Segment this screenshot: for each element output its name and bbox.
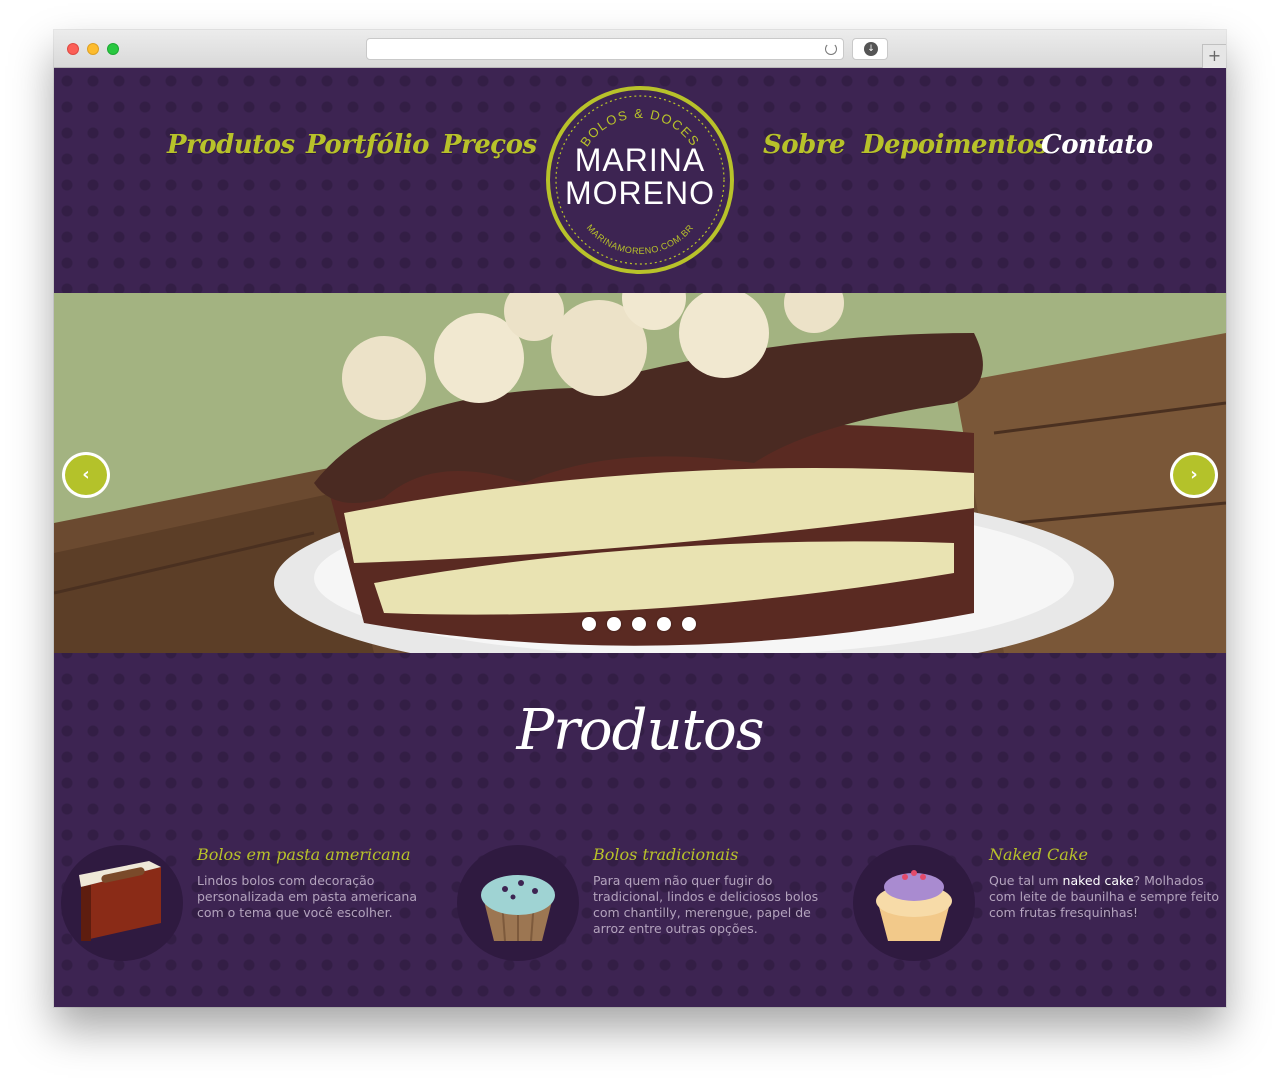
maximize-window-button[interactable] <box>107 43 119 55</box>
new-tab-button[interactable]: + <box>1202 44 1226 68</box>
slider-dot[interactable] <box>607 617 621 631</box>
nav-link-sobre[interactable]: Sobre <box>763 130 846 160</box>
address-bar[interactable] <box>366 38 844 60</box>
nav-link-produtos[interactable]: Produtos <box>167 130 295 160</box>
slider-next-button[interactable]: › <box>1170 452 1218 498</box>
slider-pagination <box>582 617 696 631</box>
product-icon-circle <box>61 845 183 961</box>
marina-moreno-logo[interactable]: BOLOS & DOCES MARINA MORENO MARINAMORENO… <box>542 86 738 274</box>
product-title[interactable]: Naked Cake <box>989 845 1088 864</box>
chevron-left-icon: ‹ <box>82 464 90 485</box>
product-description: Lindos bolos com decoração personalizada… <box>197 873 417 920</box>
site-header: Produtos Portfólio Preços BOLOS & DOCES … <box>54 68 1226 293</box>
nav-link-depoimentos[interactable]: Depoimentos <box>862 130 1048 160</box>
cupcake-purple-icon <box>876 870 952 941</box>
downloads-button[interactable]: ↓ <box>852 38 888 60</box>
reload-icon[interactable] <box>825 43 837 55</box>
naked-cake-link[interactable]: naked cake <box>1063 873 1134 888</box>
webpage: Produtos Portfólio Preços BOLOS & DOCES … <box>54 68 1226 1007</box>
chevron-right-icon: › <box>1190 464 1198 485</box>
slider-dot[interactable] <box>682 617 696 631</box>
cake-photo <box>54 293 1226 653</box>
product-icon-circle <box>457 845 579 961</box>
download-icon: ↓ <box>864 42 878 56</box>
slider-dot[interactable] <box>657 617 671 631</box>
slider-dot[interactable] <box>582 617 596 631</box>
description-text: Que tal um <box>989 873 1063 888</box>
nav-link-precos[interactable]: Preços <box>442 130 537 160</box>
product-title[interactable]: Bolos tradicionais <box>593 845 738 864</box>
cake-slice-icon <box>79 861 161 941</box>
nav-link-contato[interactable]: Contato <box>1041 130 1153 160</box>
close-window-button[interactable] <box>67 43 79 55</box>
product-icon-circle <box>853 845 975 961</box>
product-title[interactable]: Bolos em pasta americana <box>197 845 411 864</box>
section-title-produtos: Produtos <box>516 698 764 763</box>
slider-prev-button[interactable]: ‹ <box>62 452 110 498</box>
browser-toolbar: ↓ + <box>54 30 1226 68</box>
minimize-window-button[interactable] <box>87 43 99 55</box>
cupcake-blue-icon <box>481 875 555 942</box>
product-description: Para quem não quer fugir do tradicional,… <box>593 873 819 936</box>
nav-link-portfolio[interactable]: Portfólio <box>306 130 430 160</box>
browser-window: ↓ + Produtos Portfólio Preços BOLOS & DO… <box>54 30 1226 1007</box>
hero-slider: ‹ › <box>54 293 1226 653</box>
logo-line1: MARINA <box>575 142 705 178</box>
logo-line2: MORENO <box>565 175 715 211</box>
product-description: Que tal um naked cake? Molhados com leit… <box>989 873 1221 921</box>
slider-dot[interactable] <box>632 617 646 631</box>
